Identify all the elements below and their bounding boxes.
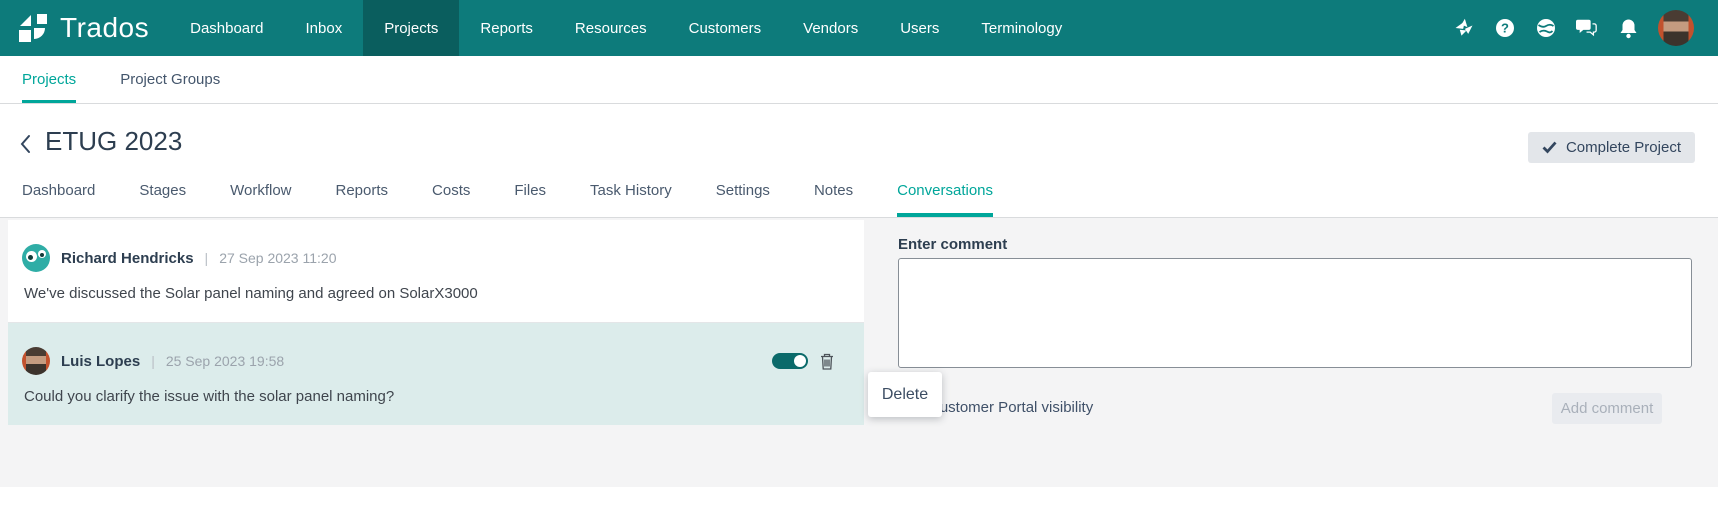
enter-comment-label: Enter comment: [898, 236, 1007, 253]
message-text: Could you clarify the issue with the sol…: [22, 388, 850, 405]
nav-item-reports[interactable]: Reports: [459, 0, 554, 56]
nav-item-projects[interactable]: Projects: [363, 0, 459, 56]
nav-item-inbox[interactable]: Inbox: [285, 0, 364, 56]
trados-logo-icon: [16, 11, 50, 45]
top-navigation-bar: Trados Dashboard Inbox Projects Reports …: [0, 0, 1718, 56]
main-menu: Dashboard Inbox Projects Reports Resourc…: [169, 0, 1083, 56]
nav-utility-icons: ?: [1453, 0, 1718, 56]
tab-stages[interactable]: Stages: [139, 182, 186, 217]
subnav-tab-projects[interactable]: Projects: [22, 56, 76, 103]
conversation-list: Richard Hendricks | 27 Sep 2023 11:20 We…: [8, 220, 864, 425]
globe-icon[interactable]: [1535, 17, 1557, 39]
tab-workflow[interactable]: Workflow: [230, 182, 291, 217]
user-avatar[interactable]: [1658, 10, 1694, 46]
tab-reports[interactable]: Reports: [336, 182, 389, 217]
tab-notes[interactable]: Notes: [814, 182, 853, 217]
trash-icon[interactable]: [820, 353, 834, 370]
message-richard-hendricks: Richard Hendricks | 27 Sep 2023 11:20 We…: [8, 220, 864, 322]
customer-portal-visibility-label: Customer Portal visibility: [929, 399, 1093, 416]
tab-files[interactable]: Files: [514, 182, 546, 217]
visibility-toggle[interactable]: [772, 353, 808, 369]
svg-text:?: ?: [1501, 21, 1509, 36]
chat-icon[interactable]: [1576, 17, 1598, 39]
nav-item-customers[interactable]: Customers: [668, 0, 783, 56]
tab-settings[interactable]: Settings: [716, 182, 770, 217]
help-icon[interactable]: ?: [1494, 17, 1516, 39]
page-bottom-margin: [0, 487, 1718, 530]
nav-item-resources[interactable]: Resources: [554, 0, 668, 56]
message-author: Richard Hendricks: [61, 250, 194, 267]
projects-subnav: Projects Project Groups: [0, 56, 1718, 104]
message-author: Luis Lopes: [61, 353, 140, 370]
tab-conversations[interactable]: Conversations: [897, 182, 993, 217]
add-comment-button[interactable]: Add comment: [1552, 393, 1662, 424]
page-title: ETUG 2023: [45, 126, 182, 157]
message-luis-lopes[interactable]: Luis Lopes | 25 Sep 2023 19:58 Could you…: [8, 322, 864, 425]
nav-item-dashboard[interactable]: Dashboard: [169, 0, 284, 56]
tab-task-history[interactable]: Task History: [590, 182, 672, 217]
luis-avatar: [22, 347, 50, 375]
message-timestamp: 27 Sep 2023 11:20: [219, 250, 336, 266]
back-icon[interactable]: [20, 134, 31, 159]
nav-item-terminology[interactable]: Terminology: [960, 0, 1083, 56]
pinwheel-icon[interactable]: [1453, 17, 1475, 39]
notifications-icon[interactable]: [1617, 17, 1639, 39]
complete-project-button[interactable]: Complete Project: [1528, 132, 1695, 163]
subnav-tab-project-groups[interactable]: Project Groups: [120, 56, 220, 103]
tab-dashboard[interactable]: Dashboard: [22, 182, 95, 217]
message-timestamp: 25 Sep 2023 19:58: [166, 353, 284, 369]
tab-costs[interactable]: Costs: [432, 182, 470, 217]
delete-menu-item[interactable]: Delete: [868, 372, 942, 417]
brand-name: Trados: [60, 12, 149, 44]
message-text: We've discussed the Solar panel naming a…: [22, 285, 850, 302]
nav-item-users[interactable]: Users: [879, 0, 960, 56]
project-tabs: Dashboard Stages Workflow Reports Costs …: [22, 182, 993, 217]
check-icon: [1542, 141, 1557, 154]
comment-textarea[interactable]: [898, 258, 1692, 368]
richard-avatar: [22, 244, 50, 272]
meta-separator: |: [205, 250, 209, 266]
nav-item-vendors[interactable]: Vendors: [782, 0, 879, 56]
trados-logo[interactable]: Trados: [0, 0, 169, 56]
project-header: ETUG 2023 Complete Project Dashboard Sta…: [0, 104, 1718, 218]
meta-separator: |: [151, 353, 155, 369]
